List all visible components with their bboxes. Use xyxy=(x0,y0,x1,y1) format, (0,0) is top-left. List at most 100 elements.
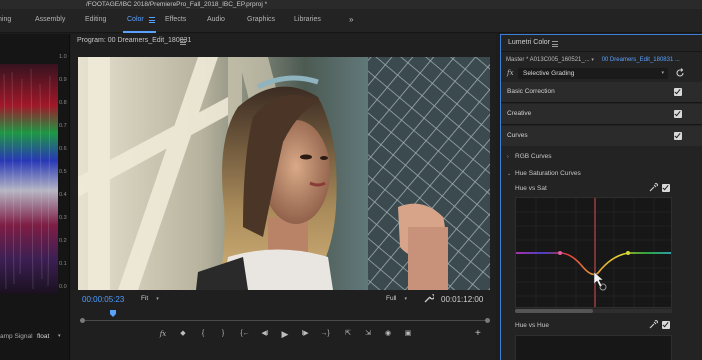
title-bar: /FOOTAGE/IBC 2018/PremierePro_Fall_2018_… xyxy=(0,0,702,9)
hue-vs-sat-graph xyxy=(516,198,671,307)
out-point-icon[interactable]: } xyxy=(217,328,229,340)
chevron-down-icon: ▾ xyxy=(156,296,159,302)
basic-correction-checkbox[interactable] xyxy=(674,88,682,96)
workspace-tab-graphics[interactable]: Graphics xyxy=(247,16,275,23)
panel-menu-icon[interactable] xyxy=(180,39,186,47)
play-icon[interactable]: ▶ xyxy=(279,328,291,340)
step-back-icon[interactable]: ◀I xyxy=(259,328,271,340)
playhead-icon[interactable] xyxy=(109,310,116,317)
chevron-down-icon[interactable]: ▾ xyxy=(591,57,594,63)
scope-tick: 0.7 xyxy=(59,123,67,129)
scope-tick: 0.8 xyxy=(59,100,67,106)
creative-checkbox[interactable] xyxy=(674,110,682,118)
section-label: Basic Correction xyxy=(507,88,555,95)
scope-tick: 0.5 xyxy=(59,169,67,175)
section-label: Creative xyxy=(507,110,532,117)
in-point-icon[interactable]: { xyxy=(197,328,209,340)
zoom-value: Fit xyxy=(141,295,149,302)
subsection-label: Hue Saturation Curves xyxy=(515,170,581,177)
lumetri-color-panel: Lumetri Color Master * A013C005_160521_.… xyxy=(500,34,702,360)
curve-scrollbar-thumb[interactable] xyxy=(515,309,593,313)
program-monitor-title[interactable]: Program: 00 Dreamers_Edit_180831 xyxy=(77,37,191,44)
clip-selector[interactable]: Master * A013C005_160521_... ▾ 00 Dreame… xyxy=(506,57,680,63)
lumetri-panel-title[interactable]: Lumetri Color xyxy=(508,39,550,46)
reset-icon[interactable] xyxy=(675,68,685,80)
step-forward-icon[interactable]: I▶ xyxy=(299,328,311,340)
rgb-parade-scope: 1.0 0.9 0.8 0.7 0.6 0.5 0.4 0.3 0.2 0.1 … xyxy=(0,54,67,294)
workspace-tab-learning[interactable]: ning xyxy=(0,16,11,23)
subsection-rgb-curves[interactable]: › RGB Curves xyxy=(507,153,551,160)
hue-vs-hue-curve-editor[interactable] xyxy=(515,335,672,360)
go-to-out-icon[interactable]: →} xyxy=(319,328,331,340)
divider xyxy=(501,51,702,52)
current-timecode[interactable]: 00:00:05:23 xyxy=(82,295,124,304)
scope-tick: 0.2 xyxy=(59,238,67,244)
overwrite-icon[interactable]: ⇲ xyxy=(362,328,374,340)
zoom-dropdown[interactable]: Fit ▾ xyxy=(141,295,159,302)
effect-preset-value: Selective Grading xyxy=(523,70,575,77)
workspace-tab-assembly[interactable]: Assembly xyxy=(35,16,65,23)
wrench-icon[interactable] xyxy=(424,293,435,305)
scope-footer: amp Signal float ▾ xyxy=(0,333,70,346)
subsection-label: RGB Curves xyxy=(515,153,552,160)
workspace-tab-color[interactable]: Color xyxy=(127,16,144,23)
program-monitor-panel: Program: 00 Dreamers_Edit_180831 00:00:0… xyxy=(71,34,496,360)
lumetri-scopes-panel: 1.0 0.9 0.8 0.7 0.6 0.5 0.4 0.3 0.2 0.1 … xyxy=(0,34,70,360)
divider xyxy=(501,124,702,125)
hue-vs-sat-title: Hue vs Sat xyxy=(515,185,547,192)
duration-timecode: 00:01:12:00 xyxy=(441,295,484,304)
chevron-right-icon: › xyxy=(507,154,509,160)
signal-type-dropdown[interactable]: float xyxy=(37,333,49,340)
scope-tick: 0.4 xyxy=(59,192,67,198)
chevron-down-icon: ▾ xyxy=(661,70,664,76)
workspace-tab-audio[interactable]: Audio xyxy=(207,16,225,23)
sequence-clip-label[interactable]: 00 Dreamers_Edit_180831 ... xyxy=(602,57,680,63)
scope-tick: 0.3 xyxy=(59,215,67,221)
go-to-in-icon[interactable]: {← xyxy=(239,328,251,340)
insert-icon[interactable]: ⇱ xyxy=(342,328,354,340)
workspace-tab-libraries[interactable]: Libraries xyxy=(294,16,321,23)
marker-icon[interactable]: ◆ xyxy=(177,328,189,340)
scope-tick: 1.0 xyxy=(59,54,67,60)
clamp-signal-label: amp Signal xyxy=(0,333,33,340)
chevron-down-icon: ⌄ xyxy=(507,171,512,177)
eyedropper-icon[interactable] xyxy=(649,183,658,194)
curve-scrollbar[interactable] xyxy=(515,309,672,313)
hue-vs-sat-checkbox[interactable] xyxy=(662,184,670,192)
chevron-down-icon: ▾ xyxy=(404,296,407,302)
section-curves[interactable]: Curves xyxy=(501,126,702,146)
add-button-icon[interactable]: + xyxy=(475,328,481,339)
workspace-menu-icon[interactable] xyxy=(149,17,155,23)
chevron-down-icon[interactable]: ▾ xyxy=(58,333,61,339)
compare-icon[interactable]: ▣ xyxy=(402,328,414,340)
project-path: /FOOTAGE/IBC 2018/PremierePro_Fall_2018_… xyxy=(86,1,268,8)
workspace-tab-editing[interactable]: Editing xyxy=(85,16,106,23)
camera-icon[interactable]: ◉ xyxy=(382,328,394,340)
fx-toggle-icon[interactable]: fx xyxy=(507,69,514,77)
section-creative[interactable]: Creative xyxy=(501,104,702,124)
master-clip-label[interactable]: Master * A013C005_160521_... xyxy=(506,57,590,63)
program-video-frame[interactable] xyxy=(78,57,490,290)
panel-menu-icon[interactable] xyxy=(552,41,558,49)
scrub-end-handle[interactable] xyxy=(485,318,490,323)
hue-vs-hue-checkbox[interactable] xyxy=(662,321,670,329)
effect-preset-dropdown[interactable]: Selective Grading ▾ xyxy=(518,68,668,79)
section-basic-correction[interactable]: Basic Correction xyxy=(501,82,702,102)
scope-tick: 0.0 xyxy=(59,284,67,290)
workspace-overflow-icon[interactable]: » xyxy=(349,15,353,24)
eyedropper-icon[interactable] xyxy=(649,320,658,331)
subsection-hue-saturation-curves[interactable]: ⌄ Hue Saturation Curves xyxy=(507,170,581,177)
workspace-bar: ning Assembly Editing Color Effects Audi… xyxy=(0,9,702,33)
section-label: Curves xyxy=(507,132,528,139)
hue-vs-sat-curve-editor[interactable] xyxy=(515,197,672,308)
timeline-scrubber[interactable] xyxy=(80,318,490,323)
curves-checkbox[interactable] xyxy=(674,132,682,140)
resolution-dropdown[interactable]: Full ▾ xyxy=(386,295,407,302)
scope-tick: 0.1 xyxy=(59,261,67,267)
scrub-start-handle[interactable] xyxy=(80,318,85,323)
transport-controls: fx ◆ { } {← ◀I ▶ I▶ →} ⇱ ⇲ ◉ ▣ xyxy=(157,328,477,342)
scope-tick: 0.9 xyxy=(59,77,67,83)
fx-icon[interactable]: fx xyxy=(157,328,169,340)
workspace-tab-effects[interactable]: Effects xyxy=(165,16,186,23)
scope-tick: 0.6 xyxy=(59,146,67,152)
